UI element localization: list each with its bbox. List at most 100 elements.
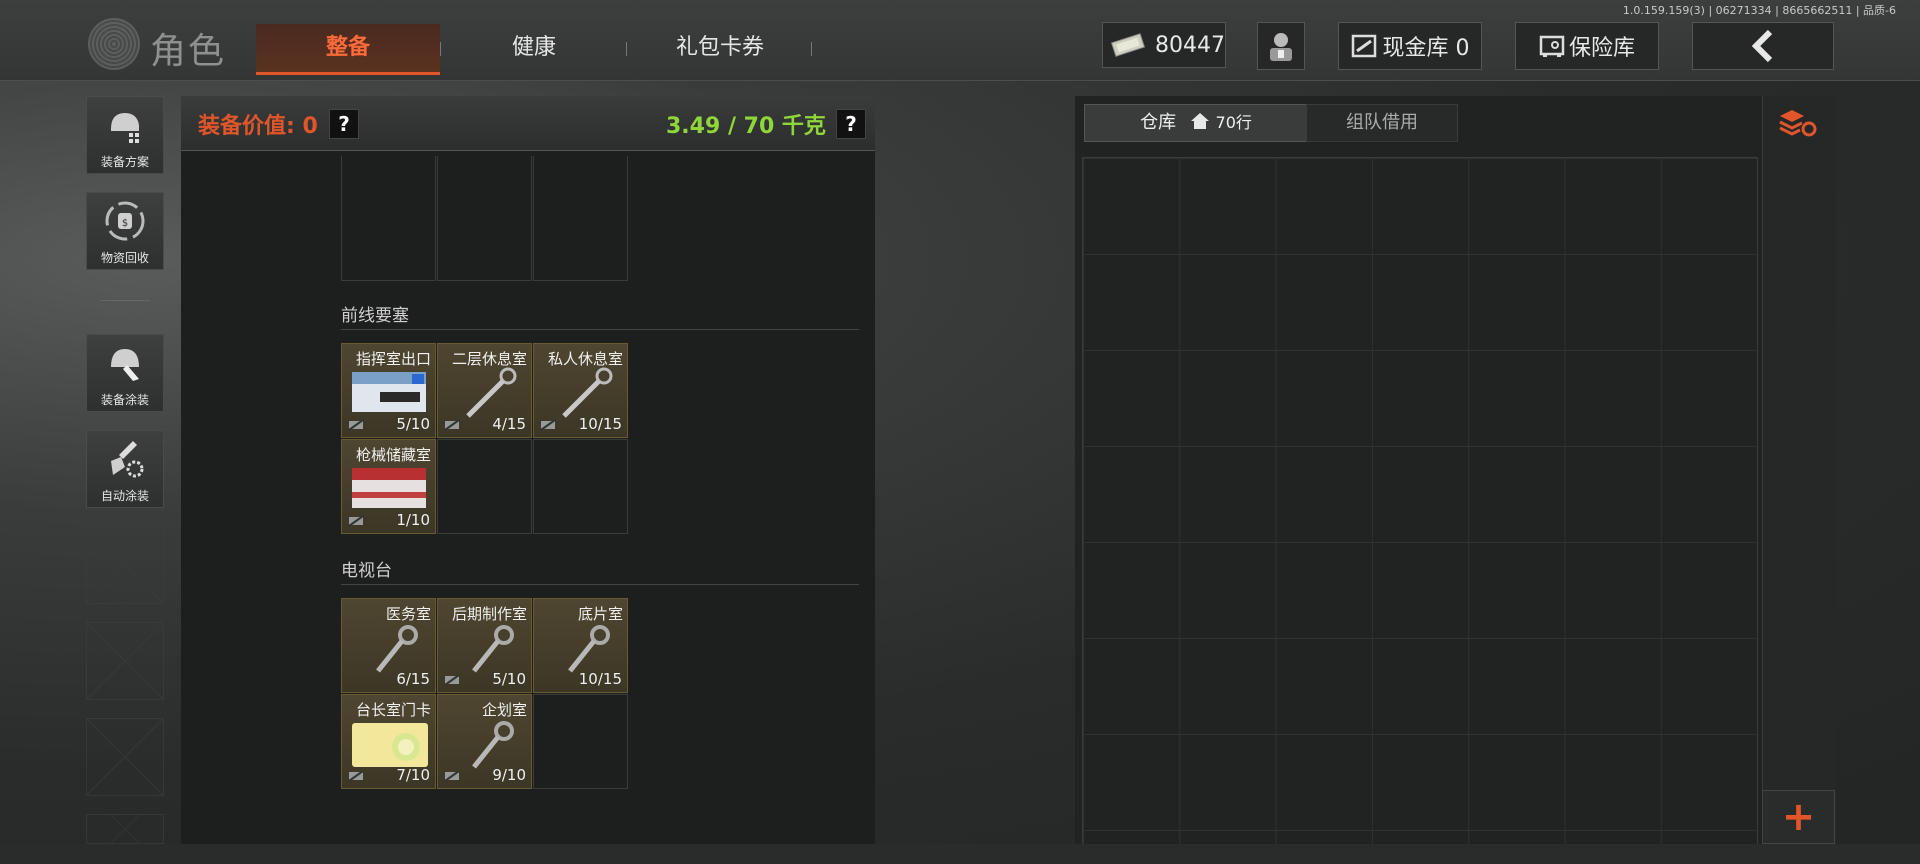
sidebar-label: 自动涂装 — [100, 489, 149, 503]
empty-key-slot — [437, 156, 532, 281]
keycard-icon — [352, 372, 426, 412]
item-count: 5/10 — [492, 670, 526, 688]
tab-gift-vouchers[interactable]: 礼包卡券 — [626, 24, 814, 72]
back-button[interactable] — [1692, 22, 1834, 70]
empty-key-slot — [341, 156, 436, 281]
key-icon — [568, 625, 610, 673]
helmet-paint-icon — [111, 349, 139, 381]
item-name: 底片室 — [577, 605, 623, 623]
page-title: 角色 — [150, 31, 227, 72]
stack-refresh-icon[interactable] — [1778, 106, 1818, 140]
key-item[interactable]: 枪械储藏室 1/10 — [341, 439, 436, 534]
no-sell-icon — [348, 419, 364, 431]
cash-vault-label: 现金库 0 — [1382, 36, 1470, 61]
agent-button[interactable] — [1257, 22, 1305, 70]
item-name: 企划室 — [481, 701, 527, 719]
key-icon — [376, 625, 418, 673]
tab-warehouse[interactable]: 仓库 70行 — [1084, 104, 1308, 142]
key-item[interactable]: 二层休息室 4/15 — [437, 343, 532, 438]
warehouse-label: 仓库 — [1140, 112, 1177, 133]
key-item[interactable]: 企划室 9/10 — [437, 694, 532, 789]
item-name: 后期制作室 — [451, 605, 527, 623]
sidebar-label: 物资回收 — [100, 251, 149, 265]
empty-key-slot — [437, 439, 532, 534]
item-count: 6/15 — [396, 670, 430, 688]
item-count: 10/15 — [578, 415, 622, 433]
cash-vault-button[interactable]: 现金库 0 — [1338, 22, 1482, 70]
svg-text:$: $ — [122, 218, 128, 229]
sidebar-label: 装备方案 — [100, 155, 149, 169]
money-amount: 80447 — [1155, 32, 1225, 58]
weight-display: 3.49 / 70 千克 — [666, 114, 826, 139]
item-count: 4/15 — [492, 415, 526, 433]
empty-key-slot — [533, 439, 628, 534]
empty-slot — [86, 718, 164, 796]
item-name: 台长室门卡 — [355, 701, 431, 719]
supply-recycle-button[interactable]: $ 物资回收 — [86, 192, 164, 270]
section-divider — [341, 584, 859, 585]
safe-button[interactable]: 保险库 — [1515, 22, 1659, 70]
tab-divider — [811, 42, 812, 56]
brush-gear-icon — [111, 441, 144, 478]
key-item[interactable]: 底片室 10/15 — [533, 598, 628, 693]
helmet-grid-icon — [111, 113, 139, 143]
key-icon — [562, 367, 613, 418]
item-count: 1/10 — [396, 511, 430, 529]
tab-health[interactable]: 健康 — [440, 24, 628, 72]
no-sell-icon — [540, 419, 556, 431]
warehouse-rows: 70行 — [1215, 113, 1252, 132]
item-count: 9/10 — [492, 766, 526, 784]
key-item[interactable]: 指挥室出口 5/10 — [341, 343, 436, 438]
bottom-bar — [0, 844, 1920, 864]
no-sell-icon — [348, 515, 364, 527]
no-sell-icon — [444, 674, 460, 686]
warehouse-side-bar — [1762, 96, 1836, 844]
item-name: 二层休息室 — [451, 350, 527, 368]
safe-label: 保险库 — [1568, 36, 1635, 61]
section-title: 前线要塞 — [341, 306, 409, 326]
loadout-plan-button[interactable]: 装备方案 — [86, 96, 164, 174]
tab-team-borrow[interactable]: 组队借用 — [1306, 104, 1458, 142]
add-row-button[interactable]: + — [1762, 790, 1835, 844]
empty-slot — [86, 814, 164, 844]
tab-equipment[interactable]: 整备 — [256, 24, 440, 75]
item-count: 5/10 — [396, 415, 430, 433]
version-text: 1.0.159.159(3) | 06271334 | 8665662511 |… — [1622, 4, 1896, 17]
key-item[interactable]: 台长室门卡 7/10 — [341, 694, 436, 789]
key-item[interactable]: 私人休息室 10/15 — [533, 343, 628, 438]
key-icon — [472, 625, 514, 673]
warehouse-grid[interactable] — [1082, 157, 1758, 846]
keycard-icon — [352, 468, 426, 508]
item-name: 枪械储藏室 — [355, 446, 431, 464]
equipment-value: 装备价值: 0 — [198, 114, 318, 139]
auto-paint-button[interactable]: 自动涂装 — [86, 430, 164, 508]
back-arrow-icon — [1751, 29, 1773, 63]
key-item[interactable]: 后期制作室 5/10 — [437, 598, 532, 693]
home-icon — [1190, 113, 1209, 129]
item-name: 私人休息室 — [547, 350, 623, 368]
safe-icon — [1539, 35, 1565, 57]
sidebar-divider — [100, 300, 150, 301]
key-icon — [466, 367, 517, 418]
key-item[interactable]: 医务室 6/15 — [341, 598, 436, 693]
agent-avatar-icon — [1270, 33, 1292, 61]
empty-slot — [86, 526, 164, 604]
section-divider — [341, 329, 859, 330]
money-display[interactable]: 80447 — [1102, 22, 1226, 68]
no-sell-icon — [348, 770, 364, 782]
item-name: 医务室 — [385, 605, 431, 623]
no-sell-icon — [444, 419, 460, 431]
empty-key-slot — [533, 694, 628, 789]
item-count: 10/15 — [578, 670, 622, 688]
no-sell-icon — [444, 770, 460, 782]
weight-help-button[interactable]: ? — [836, 109, 866, 139]
recycle-bag-icon: $ — [105, 201, 145, 241]
empty-slot — [86, 622, 164, 700]
cash-icon — [1110, 33, 1146, 57]
sidebar-label: 装备涂装 — [100, 393, 149, 407]
value-help-button[interactable]: ? — [329, 109, 359, 139]
section-title: 电视台 — [341, 561, 392, 581]
item-name: 指挥室出口 — [355, 350, 431, 368]
key-icon — [472, 721, 514, 769]
equipment-paint-button[interactable]: 装备涂装 — [86, 334, 164, 412]
